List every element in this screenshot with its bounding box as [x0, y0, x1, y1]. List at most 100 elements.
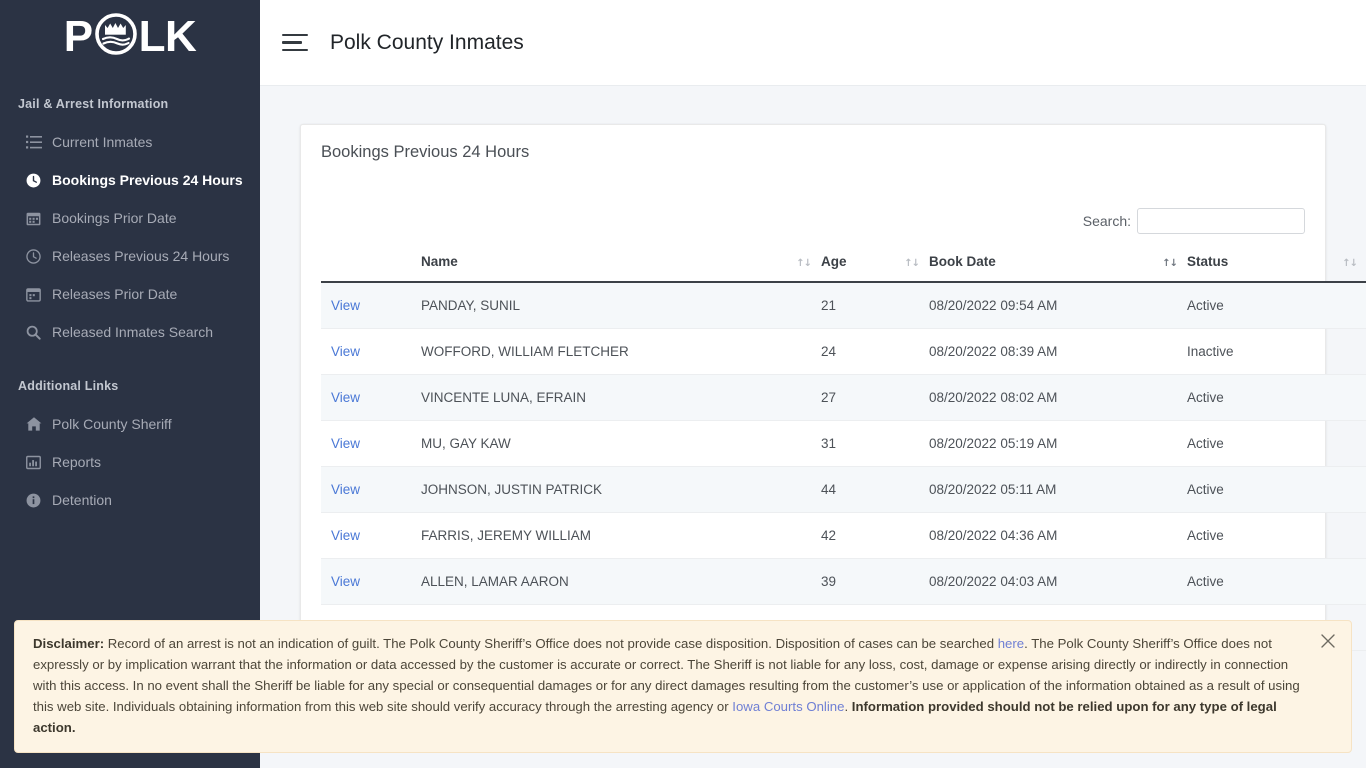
cell-book-date: 08/20/2022 08:39 AM	[929, 328, 1187, 375]
cell-view: View	[321, 282, 421, 329]
cell-book-date: 08/20/2022 04:36 AM	[929, 512, 1187, 559]
search-label: Search:	[1082, 213, 1131, 229]
cell-name: ALLEN, LAMAR AARON	[421, 558, 821, 605]
disclaimer-lead: Disclaimer:	[33, 636, 105, 651]
view-link[interactable]: View	[331, 298, 360, 313]
disclaimer-iowa-courts-online-link[interactable]: Iowa Courts Online	[732, 699, 844, 714]
page-root: P LK Jail & Arrest Information Current I…	[0, 0, 1366, 768]
table-body: View PANDAY, SUNIL 21 08/20/2022 09:54 A…	[321, 282, 1366, 651]
table-row: View WOFFORD, WILLIAM FLETCHER 24 08/20/…	[321, 328, 1366, 375]
cell-view: View	[321, 558, 421, 605]
cell-view: View	[321, 374, 421, 421]
sidebar-item-releases-previous-24-hours[interactable]: Releases Previous 24 Hours	[8, 239, 252, 273]
sidebar-item-label: Polk County Sheriff	[52, 416, 172, 432]
column-header-age[interactable]: Age ↑↓	[821, 244, 929, 283]
sidebar-item-reports[interactable]: Reports	[8, 445, 252, 479]
table-toolbar: Search:	[321, 172, 1305, 244]
brand-logo[interactable]: P LK	[0, 0, 260, 73]
column-header-book-date[interactable]: Book Date ↑↓	[929, 244, 1187, 283]
inmates-table: Name ↑↓ Age ↑↓ Book Date ↑↓ Status ↑↓ Vi…	[321, 244, 1366, 651]
view-link[interactable]: View	[331, 344, 360, 359]
sort-icon[interactable]: ↑↓	[796, 258, 812, 269]
cell-status: Active	[1187, 282, 1366, 329]
info-circle-icon	[26, 493, 52, 508]
sidebar-nav-jail: Current Inmates Bookings Previous 24 Hou…	[0, 125, 260, 349]
cell-name: JOHNSON, JUSTIN PATRICK	[421, 466, 821, 513]
cell-status: Inactive	[1187, 328, 1366, 375]
bar-chart-icon	[26, 455, 52, 470]
table-row: View PANDAY, SUNIL 21 08/20/2022 09:54 A…	[321, 282, 1366, 329]
hamburger-icon[interactable]	[282, 32, 308, 54]
cell-age: 31	[821, 420, 929, 467]
cell-view: View	[321, 328, 421, 375]
calendar-icon	[26, 211, 52, 226]
sidebar-item-label: Reports	[52, 454, 102, 470]
card-body: Search: Name ↑↓ Age ↑↓ Book Date ↑↓ Stat…	[301, 172, 1366, 661]
disclaimer-here-link[interactable]: here	[998, 636, 1024, 651]
logo-letter-left: P	[63, 11, 93, 61]
close-icon[interactable]	[1319, 632, 1337, 650]
view-link[interactable]: View	[331, 574, 360, 589]
cell-book-date: 08/20/2022 04:03 AM	[929, 558, 1187, 605]
cell-status: Active	[1187, 374, 1366, 421]
cell-status: Active	[1187, 512, 1366, 559]
view-link[interactable]: View	[331, 390, 360, 405]
sidebar-item-label: Bookings Previous 24 Hours	[52, 172, 243, 188]
sidebar-item-bookings-previous-24-hours[interactable]: Bookings Previous 24 Hours	[8, 163, 252, 197]
disclaimer-part3: .	[844, 699, 852, 714]
sidebar-section-title-additional: Additional Links	[18, 379, 119, 393]
logo-letter-right: LK	[138, 11, 197, 61]
column-header-status[interactable]: Status ↑↓	[1187, 244, 1366, 283]
cell-status: Active	[1187, 558, 1366, 605]
sidebar-item-released-inmates-search[interactable]: Released Inmates Search	[8, 315, 252, 349]
hamburger-bar	[282, 48, 308, 52]
view-link[interactable]: View	[331, 436, 360, 451]
clock-filled-icon	[26, 173, 52, 188]
sidebar-item-bookings-prior-date[interactable]: Bookings Prior Date	[8, 201, 252, 235]
table-head: Name ↑↓ Age ↑↓ Book Date ↑↓ Status ↑↓	[321, 244, 1366, 283]
card-header: Bookings Previous 24 Hours	[301, 125, 1325, 172]
sidebar-section-title-jail: Jail & Arrest Information	[18, 97, 169, 111]
column-header-label: Book Date	[929, 254, 996, 269]
table-header-row: Name ↑↓ Age ↑↓ Book Date ↑↓ Status ↑↓	[321, 244, 1366, 283]
view-link[interactable]: View	[331, 528, 360, 543]
sort-icon[interactable]: ↑↓	[1342, 258, 1358, 269]
sidebar-item-polk-county-sheriff[interactable]: Polk County Sheriff	[8, 407, 252, 441]
column-header-label: Age	[821, 254, 847, 269]
bookings-card: Bookings Previous 24 Hours Search: Name …	[300, 124, 1366, 662]
hamburger-bar	[282, 33, 308, 37]
disclaimer-part1: Record of an arrest is not an indication…	[104, 636, 998, 651]
cell-book-date: 08/20/2022 05:19 AM	[929, 420, 1187, 467]
cell-name: VINCENTE LUNA, EFRAIN	[421, 374, 821, 421]
page-title: Polk County Inmates	[330, 30, 524, 54]
sidebar-item-releases-prior-date[interactable]: Releases Prior Date	[8, 277, 252, 311]
column-header-name[interactable]: Name ↑↓	[421, 244, 821, 283]
sidebar-item-label: Detention	[52, 492, 112, 508]
calendar-icon	[26, 287, 52, 302]
cell-age: 27	[821, 374, 929, 421]
table-row: View ALLEN, LAMAR AARON 39 08/20/2022 04…	[321, 558, 1366, 605]
cell-book-date: 08/20/2022 09:54 AM	[929, 282, 1187, 329]
list-icon	[26, 134, 52, 150]
cell-age: 21	[821, 282, 929, 329]
table-row: View JOHNSON, JUSTIN PATRICK 44 08/20/20…	[321, 466, 1366, 513]
clock-outline-icon	[26, 248, 52, 264]
sort-icon[interactable]: ↑↓	[904, 258, 920, 269]
cell-name: PANDAY, SUNIL	[421, 282, 821, 329]
card-title: Bookings Previous 24 Hours	[321, 143, 530, 161]
view-link[interactable]: View	[331, 482, 360, 497]
cell-book-date: 08/20/2022 08:02 AM	[929, 374, 1187, 421]
cell-name: FARRIS, JEREMY WILLIAM	[421, 512, 821, 559]
cell-name: WOFFORD, WILLIAM FLETCHER	[421, 328, 821, 375]
sidebar-item-label: Releases Previous 24 Hours	[52, 248, 230, 264]
sidebar-nav-additional: Polk County Sheriff Reports Detention	[0, 407, 260, 517]
cell-name: MU, GAY KAW	[421, 420, 821, 467]
cell-status: Active	[1187, 420, 1366, 467]
sort-icon[interactable]: ↑↓	[1162, 258, 1178, 269]
top-header: Polk County Inmates	[260, 0, 1366, 86]
sidebar-item-detention[interactable]: Detention	[8, 483, 252, 517]
search-icon	[26, 325, 52, 340]
hamburger-bar	[282, 41, 302, 44]
sidebar-item-current-inmates[interactable]: Current Inmates	[8, 125, 252, 159]
search-input[interactable]	[1137, 208, 1305, 234]
